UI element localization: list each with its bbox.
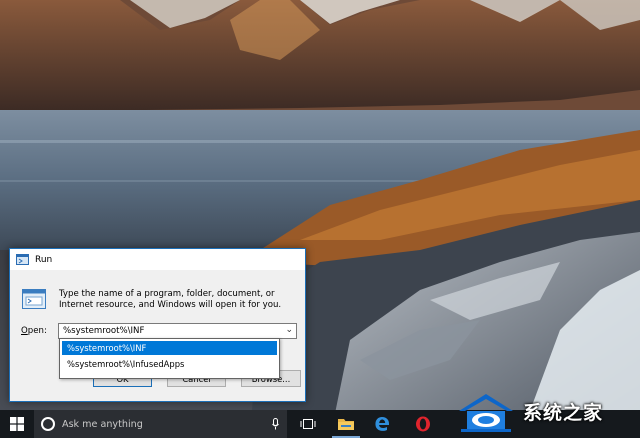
task-view-button[interactable]: [291, 410, 325, 438]
autocomplete-list: %systemroot%\INF %systemroot%\InfusedApp…: [59, 338, 280, 379]
run-titlebar[interactable]: Run: [10, 249, 305, 270]
windows-logo-icon: [10, 417, 24, 431]
run-icon: [16, 254, 29, 265]
opera-icon: [416, 416, 430, 432]
open-label: Open:: [21, 326, 47, 336]
microphone-icon[interactable]: [272, 418, 279, 430]
autocomplete-item-infusedapps[interactable]: %systemroot%\InfusedApps: [62, 357, 277, 371]
run-app-icon: [22, 289, 46, 309]
file-explorer-button[interactable]: [329, 410, 363, 438]
watermark: 系统之家: [451, 385, 640, 438]
chevron-down-icon[interactable]: ⌄: [285, 325, 293, 335]
open-input-value: %systemroot%\INF: [63, 326, 145, 336]
search-placeholder: Ask me anything: [62, 418, 143, 430]
edge-button[interactable]: [365, 410, 399, 438]
task-view-icon: [300, 419, 316, 429]
autocomplete-item-inf[interactable]: %systemroot%\INF: [62, 341, 277, 355]
opera-button[interactable]: [406, 410, 440, 438]
run-title: Run: [35, 254, 53, 265]
open-input[interactable]: %systemroot%\INF ⌄: [58, 323, 297, 339]
start-button[interactable]: [0, 410, 34, 438]
cortana-ring-icon: [41, 417, 55, 431]
run-description: Type the name of a program, folder, docu…: [59, 289, 282, 310]
watermark-logo: [459, 393, 513, 432]
file-explorer-icon: [338, 419, 354, 430]
search-box[interactable]: Ask me anything: [34, 410, 287, 438]
edge-icon: [375, 417, 389, 431]
watermark-text: 系统之家: [523, 402, 604, 424]
